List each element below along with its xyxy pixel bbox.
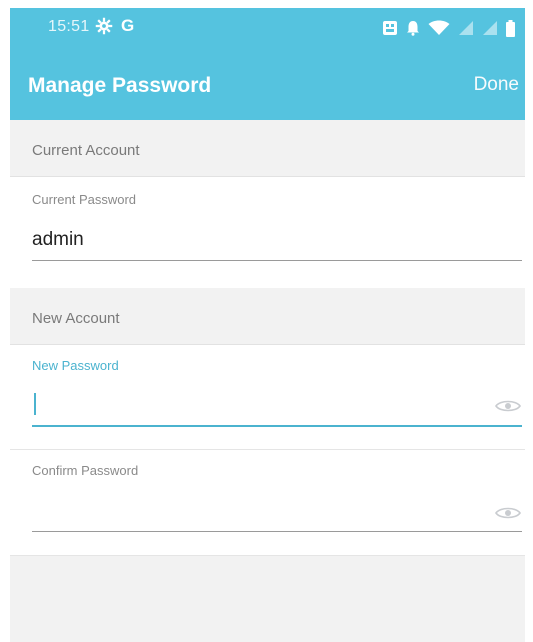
section-header-new-account: New Account: [10, 288, 525, 345]
content: Current Account Current Password admin N…: [10, 120, 525, 642]
section-header-current-account: Current Account: [10, 120, 525, 177]
current-password-label: Current Password: [32, 192, 137, 207]
new-password-panel: New Password Confirm Password: [10, 345, 525, 555]
confirm-password-underline: [32, 531, 522, 532]
current-password-panel: Current Password admin: [10, 177, 525, 288]
done-button[interactable]: Done: [474, 74, 519, 96]
signal-2-icon: [483, 21, 497, 35]
notification-box-icon: [383, 21, 397, 35]
screen-border-right: [525, 0, 533, 642]
text-caret: [34, 393, 36, 415]
gear-icon: [95, 17, 113, 35]
screen-border-left: [0, 0, 10, 642]
status-time: 15:51: [48, 18, 90, 35]
phone-screen: 15:51 G Manage Password Done Current Acc…: [0, 0, 533, 642]
bell-icon: [407, 21, 419, 36]
bottom-divider: [10, 555, 525, 556]
google-g-icon: G: [121, 16, 135, 35]
confirm-password-field[interactable]: [32, 487, 522, 529]
current-password-underline: [32, 260, 522, 261]
screen-border-top: [0, 0, 533, 8]
app-bar: Manage Password Done: [10, 50, 525, 120]
signal-icon: [459, 21, 473, 35]
wifi-icon: [428, 20, 450, 35]
field-divider: [10, 449, 525, 450]
new-password-field[interactable]: [32, 381, 522, 423]
section-title-current-account: Current Account: [32, 142, 140, 159]
eye-icon[interactable]: [495, 506, 521, 520]
current-password-field[interactable]: admin: [32, 229, 84, 251]
new-password-underline: [32, 425, 522, 427]
confirm-password-label: Confirm Password: [32, 463, 139, 478]
section-title-new-account: New Account: [32, 310, 120, 327]
battery-icon: [506, 19, 515, 37]
eye-icon[interactable]: [495, 399, 521, 413]
new-password-label: New Password: [32, 358, 119, 373]
status-icons: [382, 18, 515, 38]
page-title: Manage Password: [28, 74, 212, 97]
status-bar: 15:51 G: [10, 8, 525, 50]
